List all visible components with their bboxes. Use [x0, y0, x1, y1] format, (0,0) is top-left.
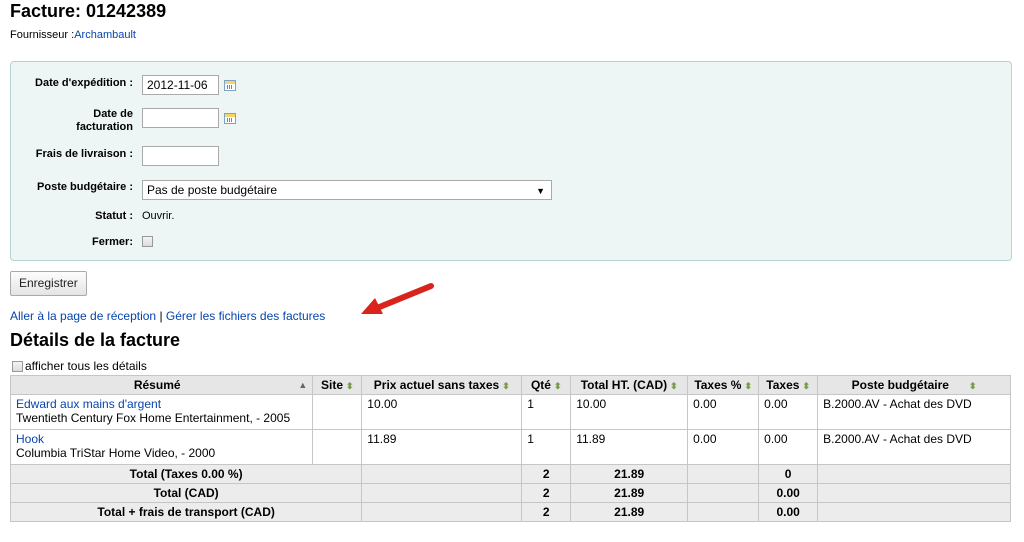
col-header-tax-pct[interactable]: Taxes % ⬍: [687, 375, 760, 395]
total-amount: 21.89: [570, 464, 689, 484]
total-tax: 0.00: [758, 502, 819, 522]
total-empty-cell: [361, 464, 523, 484]
show-all-label: afficher tous les détails: [25, 359, 147, 373]
annotation-arrow-icon: [361, 283, 434, 314]
save-button[interactable]: Enregistrer: [10, 271, 87, 296]
summary-cell: Hook Columbia TriStar Home Video, - 2000: [9, 429, 314, 465]
sort-asc-icon: ▲: [298, 380, 308, 390]
sort-icon: ⬍: [346, 381, 354, 391]
total-tax: 0: [758, 464, 819, 484]
summary-cell: Edward aux mains d'argent Twentieth Cent…: [9, 394, 314, 430]
fund-cell: B.2000.AV - Achat des DVD: [817, 394, 1011, 430]
billing-date-label: Date de facturation: [76, 108, 133, 133]
status-value: Ouvrir.: [142, 210, 175, 222]
supplier-link[interactable]: Archambault: [74, 29, 136, 41]
total-cell: 10.00: [570, 394, 689, 430]
total-empty-cell: [361, 483, 523, 503]
shipping-cost-input[interactable]: [142, 146, 219, 166]
col-header-tax[interactable]: Taxes ⬍: [758, 375, 819, 395]
shipping-date-input[interactable]: [142, 75, 219, 95]
col-header-price[interactable]: Prix actuel sans taxes ⬍: [361, 375, 523, 395]
details-title: Détails de la facture: [10, 330, 181, 350]
tax-pct-cell: 0.00: [687, 429, 760, 465]
page-title: Facture: 01242389: [10, 1, 167, 21]
action-links: Aller à la page de réception | Gérer les…: [10, 309, 325, 323]
total-qty: 2: [521, 502, 572, 522]
col-header-fund[interactable]: Poste budgétaire ⬍: [817, 375, 1011, 395]
total-row: Total + frais de transport (CAD) 2 21.89…: [9, 502, 1011, 522]
col-header-summary[interactable]: Résumé ▲: [9, 375, 314, 395]
tax-pct-cell: 0.00: [687, 394, 760, 430]
col-header-total[interactable]: Total HT. (CAD) ⬍: [570, 375, 689, 395]
site-cell: [312, 394, 363, 430]
total-label: Total (Taxes 0.00 %): [9, 464, 363, 484]
sort-icon: ⬍: [802, 381, 810, 391]
shipping-date-label: Date d'expédition :: [35, 77, 133, 89]
total-tax: 0.00: [758, 483, 819, 503]
col-header-site[interactable]: Site ⬍: [312, 375, 363, 395]
sort-icon: ⬍: [670, 381, 678, 391]
sort-icon: ⬍: [502, 381, 510, 391]
billing-date-input[interactable]: [142, 108, 219, 128]
show-all-details: afficher tous les détails: [12, 359, 147, 373]
table-header-row: Résumé ▲ Site ⬍ Prix actuel sans taxes ⬍ Qt…: [9, 375, 1011, 395]
item-publisher: Columbia TriStar Home Video, - 2000: [16, 446, 216, 460]
total-empty-cell: [361, 502, 523, 522]
supplier-prefix: Fournisseur :: [10, 29, 75, 41]
total-label: Total + frais de transport (CAD): [9, 502, 363, 522]
total-empty-cell: [687, 464, 760, 484]
budget-select[interactable]: Pas de poste budgétaire ▼: [142, 180, 552, 200]
total-label: Total (CAD): [9, 483, 363, 503]
total-empty-cell: [687, 502, 760, 522]
total-empty-cell: [817, 464, 1011, 484]
qty-cell: 1: [521, 429, 572, 465]
total-qty: 2: [521, 483, 572, 503]
show-all-checkbox[interactable]: [12, 361, 23, 372]
total-amount: 21.89: [570, 502, 689, 522]
tax-cell: 0.00: [758, 394, 819, 430]
item-publisher: Twentieth Century Fox Home Entertainment…: [16, 411, 291, 425]
close-checkbox[interactable]: [142, 236, 153, 247]
billing-date-calendar-icon[interactable]: [224, 113, 236, 124]
item-title-link[interactable]: Edward aux mains d'argent: [16, 397, 161, 411]
sort-icon: ⬍: [553, 381, 562, 391]
total-row: Total (CAD) 2 21.89 0.00: [9, 483, 1011, 503]
total-empty-cell: [817, 502, 1011, 522]
total-empty-cell: [687, 483, 760, 503]
invoice-details-table: Résumé ▲ Site ⬍ Prix actuel sans taxes ⬍ Qt…: [9, 375, 1011, 522]
link-separator: |: [156, 309, 166, 323]
table-row: Hook Columbia TriStar Home Video, - 2000…: [9, 429, 1011, 465]
invoice-form: Date d'expédition : Date de facturation …: [10, 61, 1012, 261]
budget-select-value: Pas de poste budgétaire: [147, 183, 278, 197]
shipping-cost-label: Frais de livraison :: [35, 148, 133, 160]
sort-icon: ⬍: [744, 381, 752, 391]
total-empty-cell: [817, 483, 1011, 503]
manage-invoice-files-link[interactable]: Gérer les fichiers des factures: [166, 309, 325, 323]
shipping-date-calendar-icon[interactable]: [224, 80, 236, 91]
chevron-down-icon: ▼: [536, 186, 545, 196]
total-qty: 2: [521, 464, 572, 484]
receive-page-link[interactable]: Aller à la page de réception: [10, 309, 156, 323]
fund-cell: B.2000.AV - Achat des DVD: [817, 429, 1011, 465]
sort-icon: ⬍: [968, 381, 977, 391]
close-label: Fermer:: [92, 236, 133, 248]
item-title-link[interactable]: Hook: [16, 432, 44, 446]
budget-label: Poste budgétaire :: [37, 181, 133, 193]
total-row: Total (Taxes 0.00 %) 2 21.89 0: [9, 464, 1011, 484]
total-amount: 21.89: [570, 483, 689, 503]
supplier-line: Fournisseur :Archambault: [10, 29, 136, 41]
tax-cell: 0.00: [758, 429, 819, 465]
site-cell: [312, 429, 363, 465]
price-cell: 11.89: [361, 429, 523, 465]
col-header-qty[interactable]: Qté ⬍: [521, 375, 572, 395]
qty-cell: 1: [521, 394, 572, 430]
table-row: Edward aux mains d'argent Twentieth Cent…: [9, 394, 1011, 430]
price-cell: 10.00: [361, 394, 523, 430]
status-label: Statut :: [95, 210, 133, 222]
total-cell: 11.89: [570, 429, 689, 465]
